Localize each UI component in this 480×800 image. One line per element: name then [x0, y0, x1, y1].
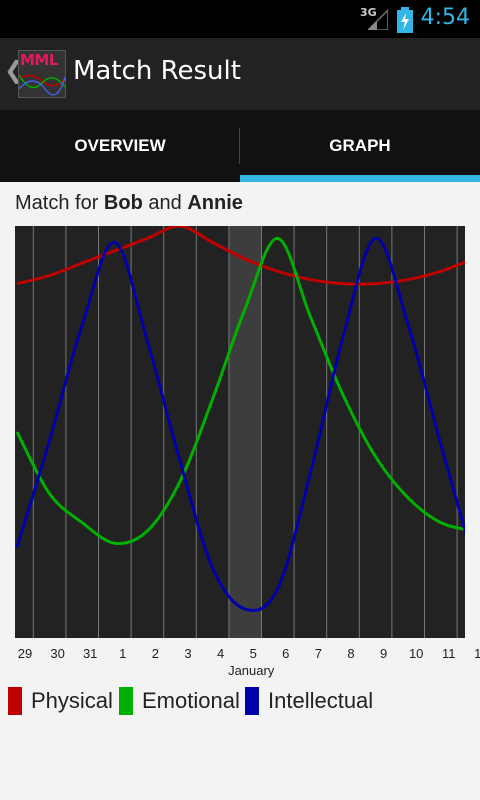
status-bar: 3G 4:54 — [0, 0, 480, 38]
x-tick-label: 4 — [217, 646, 224, 661]
x-tick-label: 3 — [184, 646, 191, 661]
legend-physical-label: Physical — [31, 688, 113, 713]
legend-emotional-swatch — [119, 687, 133, 715]
legend-intellectual-swatch — [245, 687, 259, 715]
tab-graph-label: GRAPH — [329, 136, 391, 155]
tab-graph[interactable]: GRAPH — [240, 110, 480, 182]
biorhythm-chart[interactable]: 293031123456789101112January — [0, 226, 480, 681]
x-tick-label: 11 — [442, 646, 456, 661]
logo-text: MML — [20, 51, 58, 69]
logo-wave-icon — [19, 74, 65, 96]
x-tick-label: 6 — [282, 646, 289, 661]
tab-divider — [239, 128, 240, 164]
legend-physical-swatch — [8, 687, 22, 715]
chart-highlight-band — [228, 226, 262, 638]
app-logo[interactable]: MML — [18, 50, 66, 98]
action-bar: ❮ MML Match Result — [0, 38, 480, 110]
x-tick-label: 2 — [152, 646, 159, 661]
person1-name: Bob — [103, 192, 143, 214]
tab-overview-label: OVERVIEW — [74, 136, 166, 155]
signal-icon — [366, 8, 389, 34]
page-title: Match Result — [73, 56, 241, 86]
legend-intellectual-label: Intellectual — [268, 688, 374, 713]
x-tick-label: 12 — [474, 646, 480, 661]
legend-emotional-label: Emotional — [142, 688, 240, 713]
x-tick-label: 7 — [315, 646, 322, 661]
tab-overview[interactable]: OVERVIEW — [0, 110, 240, 182]
person2-name: Annie — [187, 192, 243, 214]
match-heading: Match for Bob and Annie — [15, 192, 243, 215]
x-tick-label: 31 — [83, 646, 97, 661]
x-tick-label: 8 — [347, 646, 354, 661]
x-tick-label: 5 — [250, 646, 257, 661]
x-tick-label: 9 — [380, 646, 387, 661]
battery-icon — [396, 7, 414, 37]
match-prefix: Match for — [15, 192, 99, 214]
tab-selected-indicator — [240, 175, 480, 182]
match-conjunction: and — [148, 192, 182, 214]
x-tick-label: 29 — [18, 646, 32, 661]
x-group-label: January — [228, 663, 275, 678]
x-tick-label: 30 — [50, 646, 64, 661]
tab-bar: OVERVIEW GRAPH — [0, 110, 480, 182]
x-tick-label: 1 — [119, 646, 126, 661]
x-tick-label: 10 — [409, 646, 423, 661]
clock: 4:54 — [420, 5, 470, 30]
